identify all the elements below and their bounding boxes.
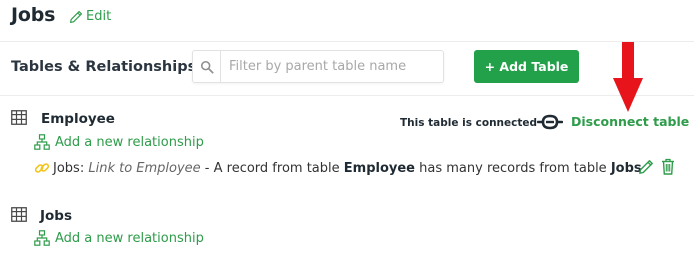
hierarchy-icon (34, 134, 50, 150)
broken-link-icon (537, 114, 563, 130)
relationship-link-name: Link to Employee (88, 160, 201, 176)
relationship-text-b: has many records from table (415, 160, 611, 176)
table-grid-icon (11, 207, 27, 222)
edit-title-link[interactable]: Edit (69, 9, 111, 24)
pencil-icon (70, 10, 82, 23)
edit-label: Edit (86, 9, 112, 24)
table-grid-icon (11, 110, 27, 125)
delete-relationship-trash-icon[interactable] (661, 158, 675, 175)
page-title: Jobs (11, 4, 56, 26)
disconnect-table-link[interactable]: Disconnect table (571, 114, 689, 129)
add-relationship-jobs[interactable]: Add a new relationship (34, 230, 204, 246)
toolbar-divider (0, 95, 694, 96)
red-arrow-annotation (613, 42, 643, 112)
chain-link-icon (34, 163, 50, 173)
edit-relationship-pencil-icon[interactable] (638, 159, 654, 175)
table-name-employee: Employee (41, 111, 115, 127)
relationship-text-a: - A record from table (200, 160, 344, 176)
search-icon (193, 51, 221, 82)
filter-input[interactable] (221, 51, 443, 82)
relationship-prefix: Jobs: (53, 160, 85, 176)
add-relationship-label: Add a new relationship (55, 230, 204, 246)
relationship-table-a: Employee (343, 160, 415, 176)
add-relationship-label: Add a new relationship (55, 134, 204, 150)
table-name-jobs: Jobs (40, 208, 72, 224)
relationship-table-b: Jobs (610, 160, 642, 176)
add-table-button[interactable]: + Add Table (474, 50, 579, 83)
section-title: Tables & Relationships (11, 59, 197, 75)
connection-status: This table is connected (400, 117, 538, 129)
hierarchy-icon (34, 230, 50, 246)
search-box (192, 50, 444, 83)
add-relationship-employee[interactable]: Add a new relationship (34, 134, 204, 150)
relationship-row: Jobs: Link to Employee - A record from t… (34, 160, 642, 176)
header-divider (0, 41, 694, 42)
